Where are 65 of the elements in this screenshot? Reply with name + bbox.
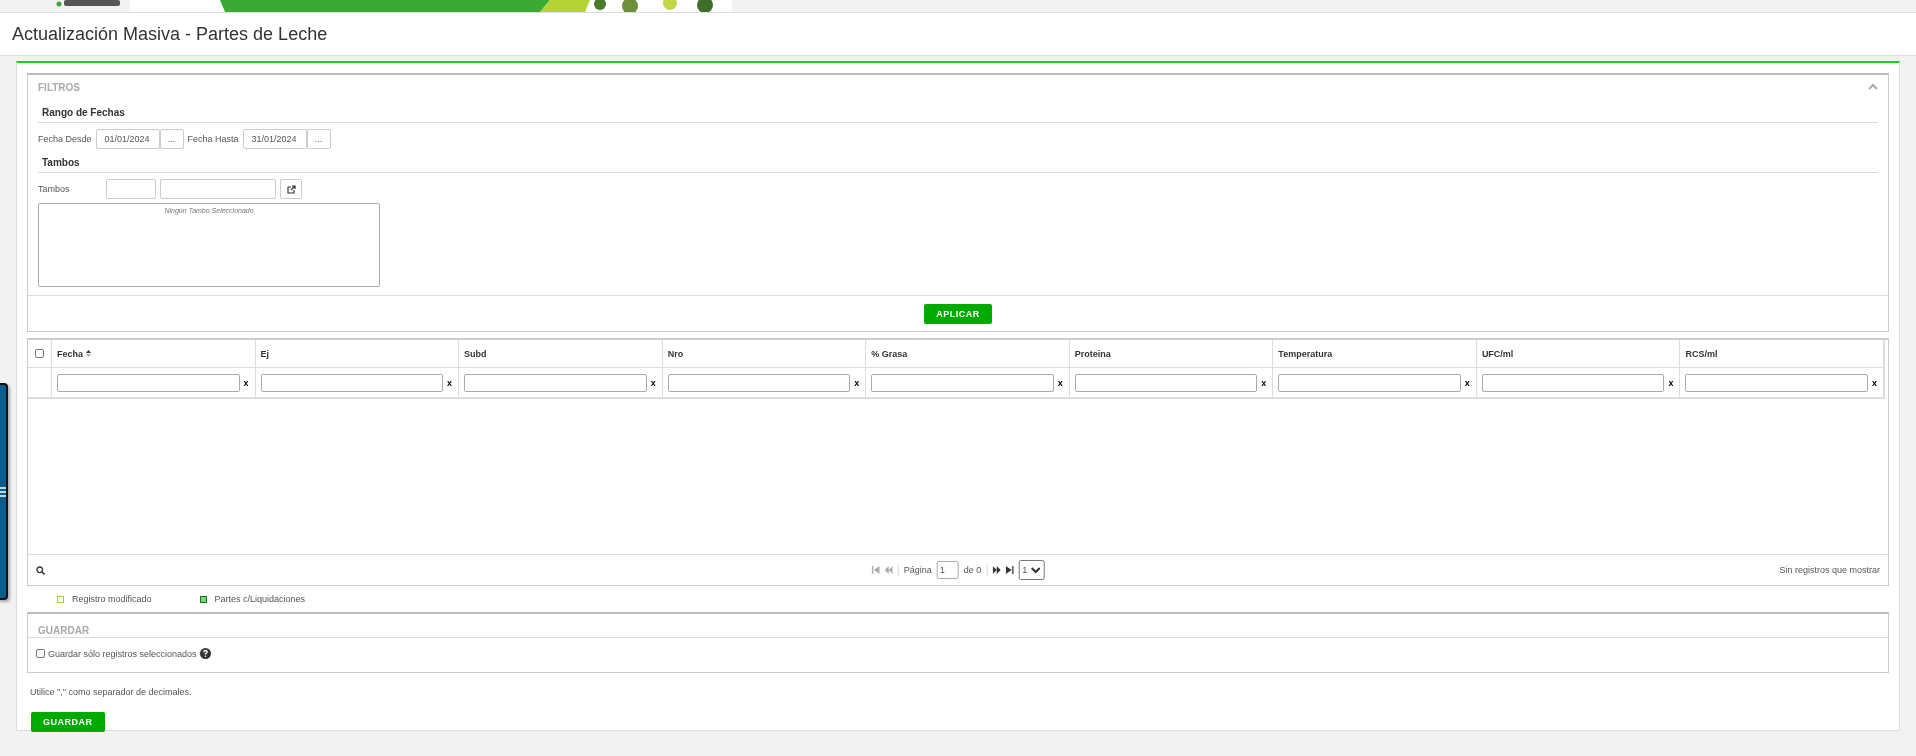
page-title: Actualización Masiva - Partes de Leche (12, 23, 328, 45)
legend-label: Partes c/Liquidaciones (214, 594, 306, 604)
column-header[interactable]: Fecha (57, 348, 83, 359)
search-icon[interactable] (36, 565, 45, 575)
clear-filter-button[interactable]: x (1261, 377, 1267, 388)
code-field[interactable] (106, 179, 156, 199)
logo-icon (56, 0, 120, 7)
column-filter-field[interactable] (260, 373, 444, 392)
status-text: Sin registros que mostrar (1779, 565, 1880, 575)
previous-page-icon[interactable] (884, 566, 893, 574)
column-header[interactable]: Nro (667, 348, 684, 359)
column-filter-field[interactable] (1481, 373, 1665, 392)
page-field[interactable]: 1 (936, 561, 959, 579)
column-header[interactable]: Ej (260, 348, 270, 359)
date-picker-button[interactable]: ... (306, 129, 331, 149)
clear-filter-button[interactable]: x (1057, 377, 1063, 388)
external-link-button[interactable] (280, 179, 302, 199)
clear-filter-button[interactable]: x (243, 377, 249, 388)
external-link-icon[interactable] (286, 184, 296, 194)
field-label: Tambos (38, 184, 71, 194)
panel-title: GUARDAR (38, 625, 90, 636)
menu-icon[interactable] (0, 486, 6, 497)
hint-text: Utilice "," como separador de decimales. (30, 687, 193, 697)
chevron-up-icon[interactable] (1868, 83, 1878, 91)
clear-filter-button[interactable]: x (1464, 377, 1470, 388)
column-header[interactable]: RCS/ml (1685, 348, 1718, 359)
column-filter-field[interactable] (1278, 373, 1461, 392)
column-filter-field[interactable] (1074, 373, 1258, 392)
date-picker-button[interactable]: ... (159, 129, 184, 149)
help-icon[interactable] (199, 648, 211, 659)
legend-label: Registro modificado (72, 594, 152, 604)
column-filter-field[interactable] (1685, 373, 1868, 392)
section-title: Rango de Fechas (38, 103, 1878, 123)
column-filter-field[interactable] (464, 373, 647, 392)
name-field[interactable] (160, 179, 276, 199)
column-header[interactable]: Proteina (1074, 348, 1111, 359)
page-total: de 0 (963, 565, 982, 575)
column-header[interactable]: Subd (464, 348, 487, 359)
date-field[interactable]: 01/01/2024 (95, 129, 160, 149)
section-title: Tambos (38, 153, 1878, 173)
page-size-select[interactable]: 1 (1018, 560, 1045, 580)
last-page-icon[interactable] (1005, 566, 1014, 574)
checkbox[interactable] (36, 649, 45, 658)
panel-title: FILTROS (38, 81, 81, 93)
checkbox-label[interactable]: Guardar sólo registros seleccionados (48, 648, 197, 659)
column-filter-field[interactable] (667, 373, 851, 392)
sort-icon[interactable] (86, 350, 91, 357)
field-label: Fecha Hasta (187, 134, 239, 144)
column-header[interactable]: % Grasa (871, 348, 908, 359)
clear-filter-button[interactable]: x (650, 377, 656, 388)
column-filter-field[interactable] (57, 373, 240, 392)
clear-filter-button[interactable]: x (1668, 377, 1674, 388)
first-page-icon[interactable] (871, 566, 880, 574)
next-page-icon[interactable] (992, 566, 1001, 574)
column-header[interactable]: UFC/ml (1481, 348, 1514, 359)
column-filter-field[interactable] (871, 373, 1054, 392)
field-label: Fecha Desde (38, 134, 92, 144)
clear-filter-button[interactable]: x (1872, 377, 1877, 388)
clear-filter-button[interactable]: x (854, 377, 860, 388)
page-label: Página (903, 565, 932, 575)
column-header[interactable]: Temperatura (1278, 348, 1333, 359)
chevron-down-icon[interactable] (1030, 566, 1041, 574)
clear-filter-button[interactable]: x (447, 377, 453, 388)
select-all-checkbox[interactable] (35, 349, 44, 358)
date-field[interactable]: 31/01/2024 (242, 129, 307, 149)
